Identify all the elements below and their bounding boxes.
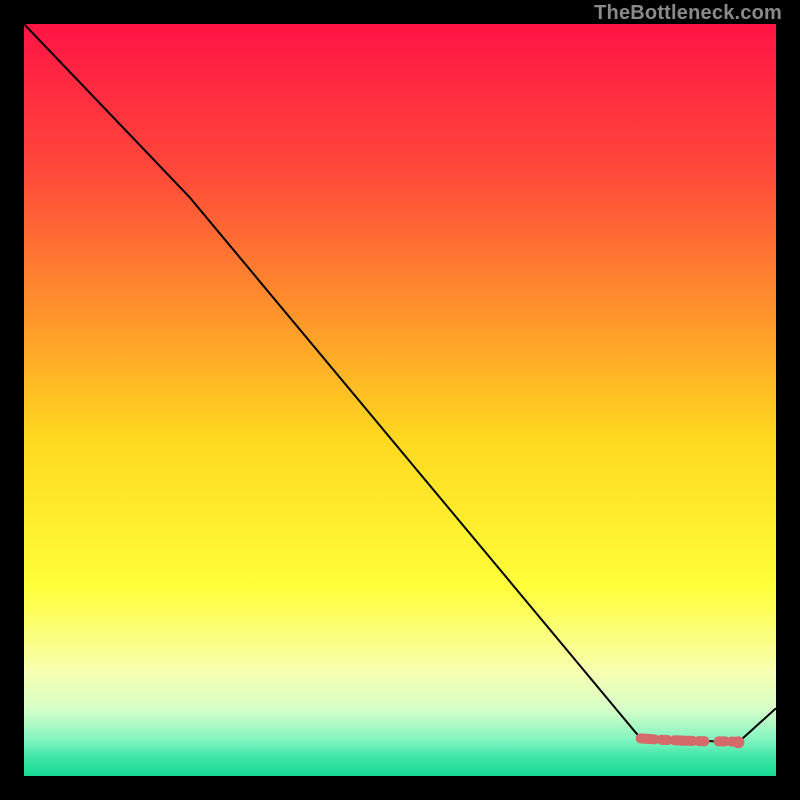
watermark-text: TheBottleneck.com bbox=[594, 2, 782, 25]
bottleneck-chart bbox=[24, 24, 776, 776]
chart-canvas bbox=[24, 24, 776, 776]
gradient-background bbox=[24, 24, 776, 776]
marker-band-path bbox=[641, 738, 739, 742]
marker-end-dot bbox=[732, 736, 744, 748]
